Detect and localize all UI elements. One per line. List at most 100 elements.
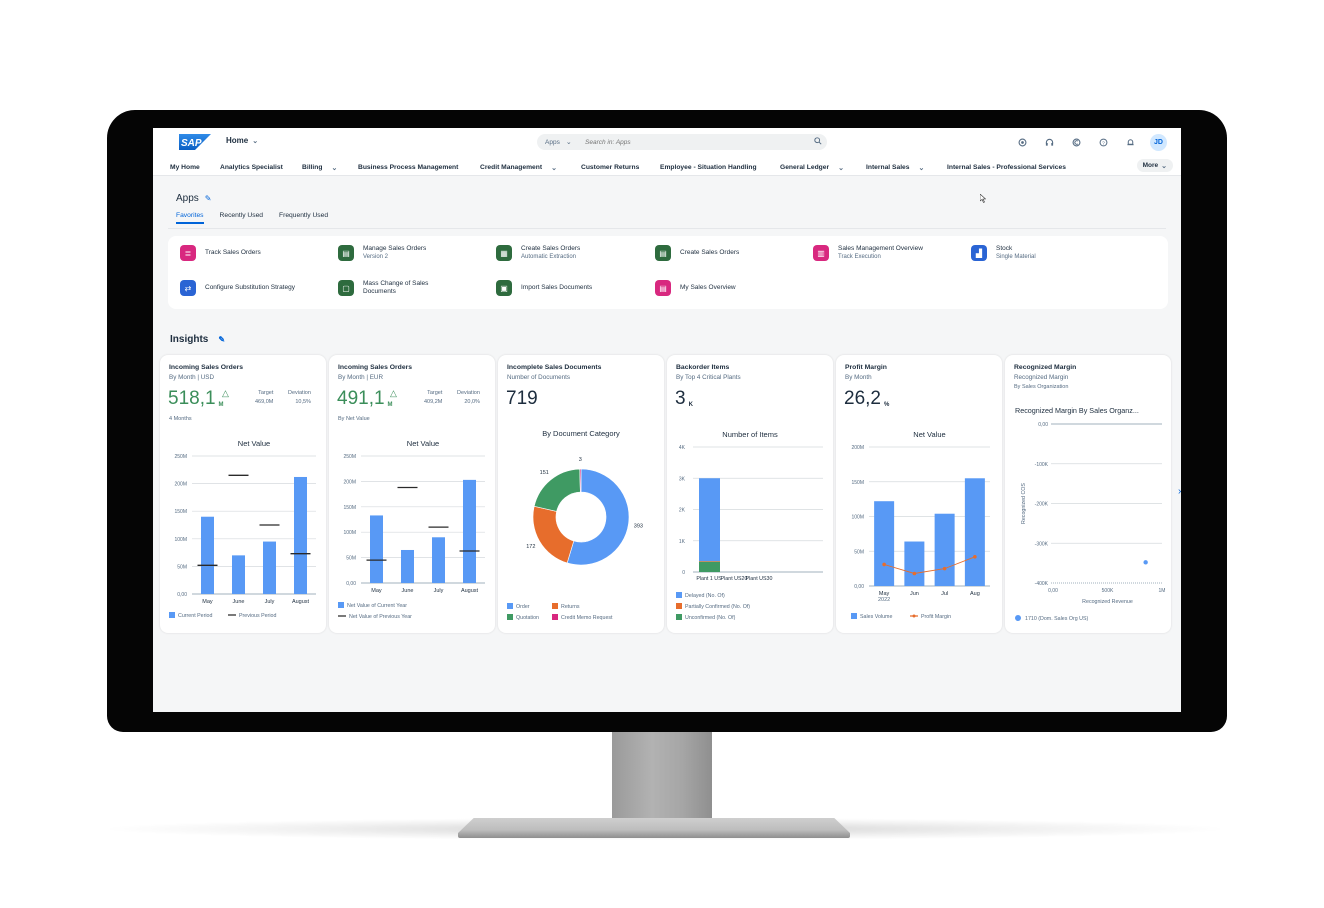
app-tile[interactable]: ▦ Create Sales Orders Automatic Extraction <box>496 245 580 261</box>
nav-item-employee-situation-handling[interactable]: Employee - Situation Handling <box>660 159 757 176</box>
app-name: Stock <box>996 245 1013 252</box>
nav-label: Business Process Management <box>358 164 459 171</box>
nav-label: My Home <box>170 164 200 171</box>
user-avatar[interactable]: JD <box>1150 134 1167 151</box>
search-scope-select[interactable]: Apps ⌄ <box>537 138 585 147</box>
nav-item-my-home[interactable]: My Home <box>170 159 200 176</box>
stacked-bar-segment <box>699 561 720 572</box>
tab-favorites[interactable]: Favorites <box>176 212 204 224</box>
stock-chart-icon: ▟ <box>971 245 987 261</box>
y-tick-label: -100K <box>1035 462 1049 468</box>
copilot-icon[interactable] <box>1069 136 1083 150</box>
x-tick-label: 500K <box>1102 588 1114 594</box>
apps-tabs: Favorites Recently Used Frequently Used <box>176 212 328 224</box>
x-tick-label: July <box>434 588 444 594</box>
chevron-down-icon: ⌄ <box>565 139 572 146</box>
mouse-cursor <box>979 190 987 203</box>
y-tick-label: 0,00 <box>1038 422 1048 428</box>
more-button[interactable]: More ⌄ <box>1136 159 1173 172</box>
card-incoming-sales-orders-usd[interactable]: Incoming Sales Orders By Month | USD 518… <box>160 355 326 633</box>
apps-title-text: Apps <box>176 193 199 204</box>
nav-item-general-ledger[interactable]: General Ledger ⌄ <box>780 159 844 176</box>
app-subtitle: Track Execution <box>838 254 881 260</box>
y-tick-label: 1K <box>679 539 686 545</box>
nav-item-business-process-management[interactable]: Business Process Management <box>358 159 458 176</box>
legend-swatch <box>1015 615 1021 621</box>
home-menu-button[interactable]: Home ⌄ <box>226 136 258 145</box>
bar <box>874 501 895 586</box>
monitor-stand-base <box>458 818 850 838</box>
help-icon[interactable]: ? <box>1096 136 1110 150</box>
chart-title: By Document Category <box>542 429 620 438</box>
joule-icon[interactable] <box>1015 136 1029 150</box>
monitor-stand-neck <box>612 730 712 822</box>
chevron-down-icon: ⌄ <box>838 164 844 172</box>
nav-item-billing[interactable]: Billing ⌄ <box>302 159 337 176</box>
number-of-items-stacked-chart: Number of Items01K2K3K4KPlant 1 USPlant … <box>676 430 823 621</box>
app-tile[interactable]: ▤ My Sales Overview <box>655 280 736 296</box>
app-tile[interactable]: ≣ Track Sales Orders <box>180 245 261 261</box>
carousel-next-icon[interactable]: › <box>1178 486 1181 497</box>
apps-section-title: Apps ✎ <box>176 193 212 204</box>
x-tick-sublabel: 2022 <box>878 597 890 603</box>
chart-title: Net Value <box>407 439 439 448</box>
tab-frequently-used[interactable]: Frequently Used <box>279 212 328 224</box>
create-orders-icon: ▤ <box>655 245 671 261</box>
card-incoming-sales-orders-eur[interactable]: Incoming Sales Orders By Month | EUR 491… <box>329 355 495 633</box>
y-tick-label: 150M <box>174 509 187 515</box>
nav-item-customer-returns[interactable]: Customer Returns <box>581 159 639 176</box>
nav-label: Customer Returns <box>581 164 640 171</box>
tabs-divider <box>168 228 1166 229</box>
data-label: 393 <box>634 523 643 529</box>
mass-change-icon: ▢ <box>338 280 354 296</box>
x-tick-label: Jul <box>941 591 948 597</box>
search-bar: Apps ⌄ <box>537 134 827 150</box>
app-name: Create Sales Orders <box>680 249 740 256</box>
nav-item-internal-sales-professional-services[interactable]: Internal Sales - Professional Services <box>947 159 1066 176</box>
y-tick-label: 200M <box>174 482 187 488</box>
app-name: Import Sales Documents <box>521 284 593 291</box>
chart-title: Net Value <box>238 439 270 448</box>
search-input[interactable] <box>585 138 809 146</box>
y-tick-label: -200K <box>1035 502 1049 508</box>
nav-label: Billing <box>302 164 323 171</box>
app-tile[interactable]: ▥ Sales Management Overview Track Executio… <box>813 245 923 261</box>
nav-item-credit-management[interactable]: Credit Management ⌄ <box>480 159 557 176</box>
y-tick-label: 200M <box>343 479 356 485</box>
document-category-donut-chart: By Document Category 393 172 151 3 Order Retur… <box>507 429 643 621</box>
legend-label: Partially Confirmed (No. Of) <box>685 604 750 610</box>
scatter-point <box>1143 560 1148 565</box>
app-tile[interactable]: ⇄ Configure Substitution Strategy <box>180 280 295 296</box>
legend-swatch <box>552 603 558 609</box>
legend-label: Profit Margin <box>921 614 951 620</box>
sap-logo[interactable]: SAP <box>179 134 211 150</box>
y-axis-label: Recognized COS <box>1021 483 1027 524</box>
search-icon[interactable] <box>809 137 827 147</box>
app-tile[interactable]: ▢ Mass Change of Sales Documents <box>338 280 458 296</box>
x-tick-label: Plant US20 <box>721 576 748 582</box>
nav-item-analytics-specialist[interactable]: Analytics Specialist <box>220 159 283 176</box>
card-profit-margin[interactable]: Profit Margin By Month 26,2% Net Value 0,… <box>836 355 1002 633</box>
support-headset-icon[interactable] <box>1042 136 1056 150</box>
app-tile[interactable]: ▟ Stock Single Material <box>971 245 1036 261</box>
app-tile[interactable]: ▣ Import Sales Documents <box>496 280 592 296</box>
bar <box>964 478 985 586</box>
app-tile[interactable]: ▤ Create Sales Orders <box>655 245 739 261</box>
app-tile-text: Sales Management Overview Track Execution <box>838 245 923 261</box>
legend-swatch <box>169 612 175 618</box>
app-tile[interactable]: ▤ Manage Sales Orders Version 2 <box>338 245 426 261</box>
nav-label: General Ledger <box>780 164 830 171</box>
stacked-bar-segment <box>699 478 720 562</box>
app-tile-text: Create Sales Orders Automatic Extraction <box>521 245 580 261</box>
edit-pencil-icon[interactable]: ✎ <box>218 335 225 344</box>
card-recognized-margin[interactable]: Recognized Margin Recognized Margin By S… <box>1005 355 1171 633</box>
net-value-bar-chart: Net Value 0,00 50M 100M 150M 200M 250M May June J… <box>169 439 316 619</box>
app-tile-text: Mass Change of Sales Documents <box>363 280 458 296</box>
chevron-down-icon: ⌄ <box>551 164 557 172</box>
nav-item-internal-sales[interactable]: Internal Sales ⌄ <box>866 159 924 176</box>
card-backorder-items[interactable]: Backorder Items By Top 4 Critical Plants… <box>667 355 833 633</box>
tab-recently-used[interactable]: Recently Used <box>220 212 264 224</box>
card-incomplete-sales-documents[interactable]: Incomplete Sales Documents Number of Doc… <box>498 355 664 633</box>
edit-pencil-icon[interactable]: ✎ <box>205 194 212 203</box>
notification-bell-icon[interactable] <box>1123 136 1137 150</box>
